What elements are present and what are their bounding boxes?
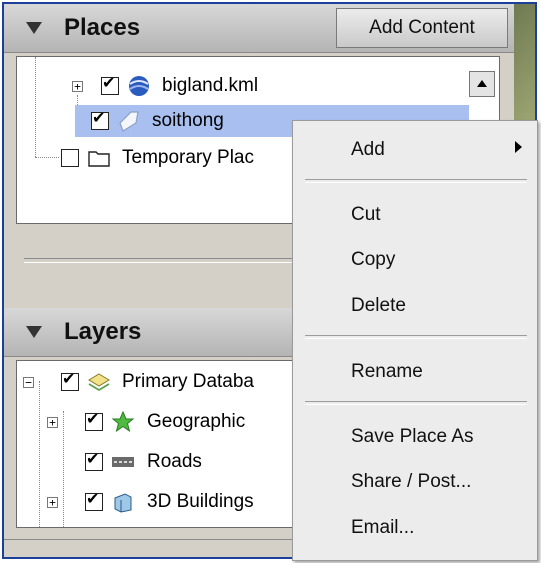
panel-splitter[interactable] — [24, 258, 299, 263]
star-icon — [111, 410, 135, 433]
temporary-places-checkbox[interactable] — [61, 149, 79, 167]
places-panel-header[interactable]: Places Add Content — [4, 4, 514, 53]
tree-item-label: bigland.kml — [162, 75, 259, 96]
menu-item-email[interactable]: Email... — [351, 517, 414, 539]
collapse-triangle-icon[interactable] — [26, 326, 42, 338]
places-title: Places — [64, 14, 141, 41]
layer-item-3d-buildings[interactable]: + 3D Buildings — [17, 487, 315, 517]
soithong-checkbox[interactable] — [91, 107, 109, 130]
bigland-checkbox[interactable] — [101, 72, 119, 95]
menu-item-add[interactable]: Add — [351, 139, 385, 161]
submenu-arrow-icon — [515, 141, 522, 153]
menu-item-delete[interactable]: Delete — [351, 295, 406, 317]
layers-title: Layers — [64, 318, 142, 345]
menu-item-cut[interactable]: Cut — [351, 204, 381, 226]
menu-separator — [305, 179, 527, 183]
menu-item-copy[interactable]: Copy — [351, 249, 395, 271]
add-content-button[interactable]: Add Content — [336, 8, 508, 48]
collapse-minus-icon[interactable]: − — [23, 377, 34, 388]
expand-plus-icon[interactable]: + — [47, 497, 58, 508]
roads-checkbox[interactable] — [85, 448, 103, 471]
layer-item-label: Geographic — [147, 411, 246, 432]
menu-item-save-place-as[interactable]: Save Place As — [351, 426, 474, 448]
tree-item-label: Temporary Plac — [122, 147, 254, 168]
layer-item-label: Roads — [147, 451, 202, 472]
layer-item-geographic[interactable]: + Geographic — [17, 407, 315, 437]
layer-item-label: 3D Buildings — [147, 491, 254, 512]
tree-item-bigland[interactable]: + bigland.kml — [17, 71, 477, 101]
building-icon — [114, 493, 132, 513]
geographic-checkbox[interactable] — [85, 408, 103, 431]
menu-item-share-post[interactable]: Share / Post... — [351, 471, 471, 493]
layer-item-roads[interactable]: Roads — [17, 447, 315, 477]
primary-database-checkbox[interactable] — [61, 368, 79, 391]
folder-icon — [88, 151, 110, 167]
layers-icon — [88, 373, 110, 392]
layer-item-label: Primary Databa — [122, 371, 254, 392]
expand-plus-icon[interactable]: + — [47, 417, 58, 428]
context-menu: Add Cut Copy Delete Rename Save Place As… — [292, 120, 538, 561]
expand-plus-icon[interactable]: + — [72, 81, 83, 92]
3d-buildings-checkbox[interactable] — [85, 488, 103, 511]
globe-icon — [129, 76, 149, 96]
layers-tree: − Primary Databa + Geographic Roads — [16, 360, 316, 528]
tree-item-label: soithong — [152, 110, 224, 131]
road-icon — [112, 457, 134, 467]
menu-separator — [305, 335, 527, 339]
menu-item-rename[interactable]: Rename — [351, 361, 423, 383]
layer-item-primary-database[interactable]: − Primary Databa — [17, 367, 315, 397]
menu-separator — [305, 401, 527, 405]
panel-bottom-bar — [4, 539, 296, 557]
polygon-icon — [119, 111, 139, 132]
collapse-triangle-icon[interactable] — [26, 22, 42, 34]
scroll-up-arrow-icon[interactable] — [469, 71, 495, 97]
